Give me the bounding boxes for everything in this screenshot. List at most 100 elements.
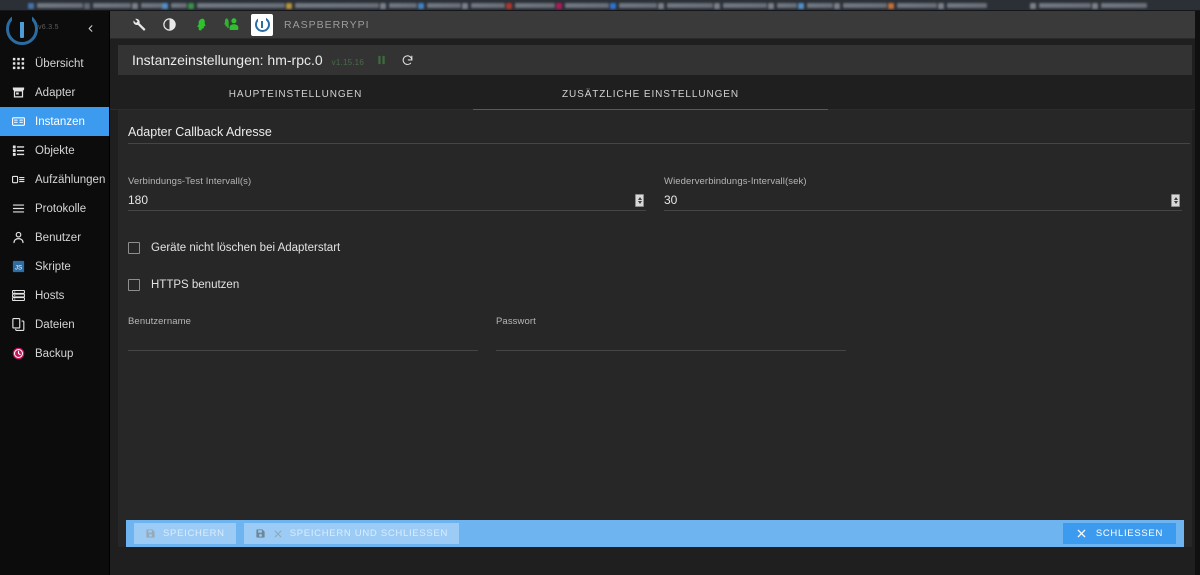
sidebar-item-adapter[interactable]: Adapter: [0, 78, 109, 107]
close-button-label: SCHLIESSEN: [1095, 528, 1163, 539]
sidebar-item-label: Benutzer: [35, 231, 82, 244]
tab-zusaetzlich[interactable]: ZUSÄTZLICHE EINSTELLUNGEN: [473, 79, 828, 111]
browser-bookmark-bar[interactable]: [0, 0, 1200, 11]
main-area: RASPBERRYPI Instanzeinstellungen: hm-rpc…: [110, 11, 1200, 575]
reconnect-interval-label: Wiederverbindungs-Intervall(sek): [664, 176, 807, 187]
interval-fields-row: Verbindungs-Test Intervall(s) 180 Wieder…: [128, 162, 1182, 211]
browser-bookmark[interactable]: [380, 1, 417, 10]
checkbox-row-use-https[interactable]: HTTPS benutzen: [128, 274, 1182, 296]
checkbox-keep-devices[interactable]: [128, 242, 140, 254]
number-spinner-icon[interactable]: [635, 194, 644, 207]
save-button-label: SPEICHERN: [163, 528, 225, 539]
admin-version: v6.3.5: [38, 24, 59, 31]
checkbox-row-keep-devices[interactable]: Geräte nicht löschen bei Adapterstart: [128, 237, 1182, 259]
sidebar-item-hosts[interactable]: Hosts: [0, 281, 109, 310]
username-label: Benutzername: [128, 316, 191, 327]
reconnect-interval-value[interactable]: 30: [664, 189, 1182, 211]
checkbox-use-https[interactable]: [128, 279, 140, 291]
lines-icon: [11, 201, 26, 216]
sidebar-item-instanzen[interactable]: Instanzen: [0, 107, 109, 136]
settings-pane: Adapter Callback Adresse Verbindungs-Tes…: [118, 110, 1192, 547]
iobroker-admin-window: v6.3.5 Übersicht Adapter Instanzen Objekte A…: [0, 0, 1200, 575]
browser-bookmark[interactable]: [162, 1, 187, 10]
sidebar-item-label: Protokolle: [35, 202, 87, 215]
field-password[interactable]: Passwort: [496, 316, 846, 351]
browser-bookmark[interactable]: [658, 1, 713, 10]
sidebar-item-label: Dateien: [35, 318, 75, 331]
password-label: Passwort: [496, 316, 536, 327]
browser-bookmark[interactable]: [556, 1, 609, 10]
sidebar-header: v6.3.5: [0, 11, 109, 47]
browser-bookmark[interactable]: [286, 1, 379, 10]
clock-icon: [11, 346, 26, 361]
sidebar-item-label: Backup: [35, 347, 74, 360]
browser-bookmark[interactable]: [28, 1, 83, 10]
connection-test-interval-value[interactable]: 180: [128, 189, 646, 211]
browser-bookmark[interactable]: [1092, 1, 1147, 10]
browser-bookmark[interactable]: [938, 1, 987, 10]
sidebar-nav: Übersicht Adapter Instanzen Objekte Aufzählu…: [0, 49, 109, 368]
sidebar-item-benutzer[interactable]: Benutzer: [0, 223, 109, 252]
save-and-close-button-label: SPEICHERN UND SCHLIESSEN: [289, 528, 449, 539]
footer-action-bar: SPEICHERN SPEICHERN UND SCHLIESSEN SCHLI…: [126, 520, 1184, 547]
grid-icon: [11, 56, 26, 71]
list-icon: [11, 143, 26, 158]
checkbox-label: HTTPS benutzen: [151, 279, 240, 291]
svg-text:JS: JS: [15, 264, 22, 271]
sidebar-item-dateien[interactable]: Dateien: [0, 310, 109, 339]
window-right-edge: [1195, 11, 1200, 575]
iobroker-logo: [6, 13, 38, 45]
sidebar-item-protokolle[interactable]: Protokolle: [0, 194, 109, 223]
browser-bookmark[interactable]: [462, 1, 505, 10]
tab-label: ZUSÄTZLICHE EINSTELLUNGEN: [562, 88, 739, 100]
sidebar-item-backup[interactable]: Backup: [0, 339, 109, 368]
sidebar-item-skripte[interactable]: JS Skripte: [0, 252, 109, 281]
username-value[interactable]: [128, 329, 478, 351]
sidebar-item-uebersicht[interactable]: Übersicht: [0, 49, 109, 78]
browser-bookmark[interactable]: [132, 1, 163, 10]
sidebar-collapse-button[interactable]: [83, 21, 97, 35]
people-green-icon[interactable]: [216, 12, 247, 38]
pause-icon[interactable]: [373, 52, 390, 69]
close-button[interactable]: SCHLIESSEN: [1062, 523, 1176, 544]
person-icon: [11, 230, 26, 245]
settings-tabs: HAUPTEINSTELLUNGEN ZUSÄTZLICHE EINSTELLUN…: [110, 79, 1200, 111]
browser-bookmark[interactable]: [768, 1, 797, 10]
browser-bookmark[interactable]: [188, 1, 285, 10]
sidebar-item-aufzaehlungen[interactable]: Aufzählungen: [0, 165, 109, 194]
browser-bookmark[interactable]: [610, 1, 657, 10]
save-and-close-button[interactable]: SPEICHERN UND SCHLIESSEN: [243, 523, 460, 544]
js-icon: JS: [11, 259, 26, 274]
browser-bookmark[interactable]: [84, 1, 131, 10]
enum-icon: [11, 172, 26, 187]
browser-bookmark[interactable]: [1030, 1, 1091, 10]
callback-address-label: Adapter Callback Adresse: [128, 120, 1190, 144]
top-toolbar: RASPBERRYPI: [110, 11, 1200, 39]
field-callback-address[interactable]: Adapter Callback Adresse: [128, 110, 1190, 144]
field-username[interactable]: Benutzername: [128, 316, 478, 351]
field-reconnect-interval[interactable]: Wiederverbindungs-Intervall(sek) 30: [664, 162, 1182, 211]
sidebar-item-label: Skripte: [35, 260, 71, 273]
tab-label: HAUPTEINSTELLUNGEN: [228, 88, 363, 100]
number-spinner-icon[interactable]: [1171, 194, 1180, 207]
browser-bookmark[interactable]: [418, 1, 461, 10]
password-value[interactable]: [496, 329, 846, 351]
sidebar-item-label: Adapter: [35, 86, 76, 99]
wrench-icon[interactable]: [123, 12, 154, 38]
save-button[interactable]: SPEICHERN: [134, 523, 236, 544]
browser-bookmark[interactable]: [834, 1, 887, 10]
browser-bookmark[interactable]: [888, 1, 937, 10]
sidebar-item-objekte[interactable]: Objekte: [0, 136, 109, 165]
iobroker-power-icon[interactable]: [251, 13, 273, 36]
head-green-icon[interactable]: [185, 12, 216, 38]
refresh-icon[interactable]: [399, 52, 416, 69]
browser-bookmark[interactable]: [798, 1, 833, 10]
sidebar-item-label: Objekte: [35, 144, 75, 157]
browser-bookmark[interactable]: [714, 1, 767, 10]
contrast-icon[interactable]: [154, 12, 185, 38]
field-connection-test-interval[interactable]: Verbindungs-Test Intervall(s) 180: [128, 162, 646, 211]
host-name: RASPBERRYPI: [284, 18, 370, 31]
browser-bookmark[interactable]: [506, 1, 555, 10]
checkbox-group: Geräte nicht löschen bei Adapterstart HTT…: [128, 237, 1182, 296]
tab-haupt[interactable]: HAUPTEINSTELLUNGEN: [118, 79, 473, 110]
